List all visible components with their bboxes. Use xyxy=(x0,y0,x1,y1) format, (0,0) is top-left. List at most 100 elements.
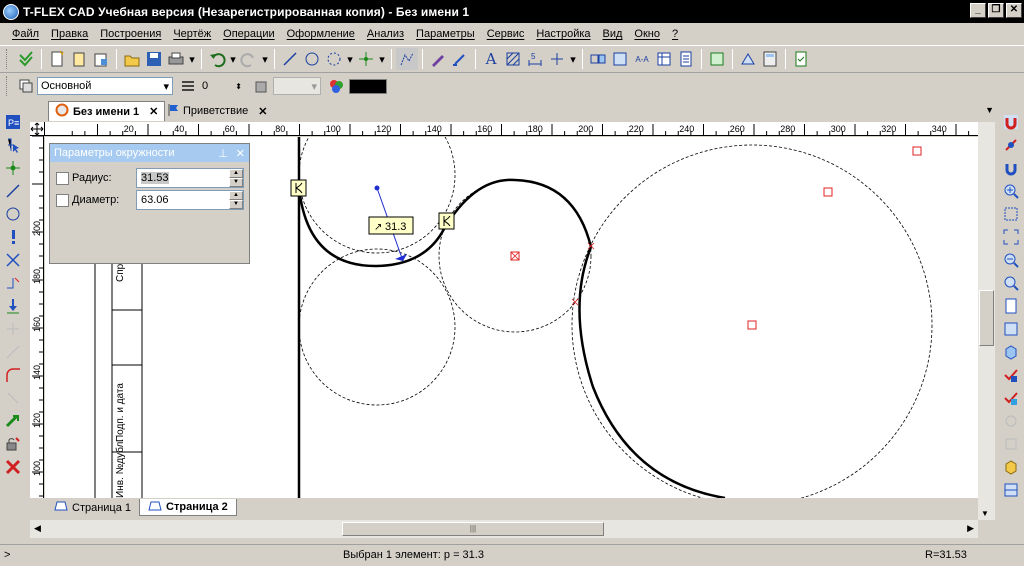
circle-tool-icon[interactable] xyxy=(2,203,24,225)
model-icon[interactable] xyxy=(1000,479,1022,501)
radius-checkbox[interactable] xyxy=(56,171,69,185)
tab-page-2[interactable]: Страница 2 xyxy=(139,499,237,516)
tangency-marker-2[interactable] xyxy=(438,212,455,230)
connect-icon[interactable] xyxy=(2,410,24,432)
close-icon[interactable]: ✕ xyxy=(258,105,267,118)
close-icon[interactable]: ✕ xyxy=(149,105,158,118)
line-tool-icon[interactable] xyxy=(279,48,301,70)
ellipse-tool-icon[interactable] xyxy=(323,48,345,70)
zoom-fit-icon[interactable] xyxy=(1000,226,1022,248)
level-spinner[interactable]: 0 ⬍ xyxy=(199,77,245,95)
outline-arc-3[interactable] xyxy=(578,246,726,498)
menu-window[interactable]: Окно xyxy=(628,28,666,40)
circle-dropdown-icon[interactable]: ▾ xyxy=(345,48,355,70)
node-tool-icon[interactable] xyxy=(355,48,377,70)
zoom-in-icon[interactable] xyxy=(1000,180,1022,202)
menu-formatting[interactable]: Оформление xyxy=(281,28,361,40)
magnet-icon[interactable] xyxy=(1000,111,1022,133)
scroll-left-icon[interactable]: ◀ xyxy=(34,523,41,534)
axis-dropdown-icon[interactable]: ▾ xyxy=(568,48,578,70)
select-tool-icon[interactable] xyxy=(2,134,24,156)
panel-header[interactable]: Параметры окружности ⊥ ✕ xyxy=(50,144,249,162)
tangency-marker-1[interactable] xyxy=(290,179,307,197)
cube-icon[interactable] xyxy=(1000,456,1022,478)
tab-page-1[interactable]: Страница 1 xyxy=(46,499,139,516)
checkmark-down-icon[interactable] xyxy=(15,48,37,70)
new-template-icon[interactable] xyxy=(68,48,90,70)
layers-icon[interactable] xyxy=(15,75,37,97)
circle-center-marker-4[interactable] xyxy=(912,146,922,156)
sketch-tool-icon[interactable] xyxy=(396,48,418,70)
close-icon[interactable]: ✕ xyxy=(236,148,245,160)
axis-tool-icon[interactable] xyxy=(546,48,568,70)
delete-icon[interactable] xyxy=(2,456,24,478)
scroll-down-icon[interactable]: ▼ xyxy=(981,509,989,518)
ruler-origin-icon[interactable] xyxy=(30,122,45,136)
fillet-icon[interactable] xyxy=(2,364,24,386)
horizontal-scroll-thumb[interactable]: ||| xyxy=(342,522,604,536)
node-dropdown-icon[interactable]: ▾ xyxy=(377,48,387,70)
zoom-out-icon[interactable] xyxy=(1000,249,1022,271)
scroll-right-icon[interactable]: ▶ xyxy=(967,523,974,534)
toolbar-grip[interactable] xyxy=(6,49,9,69)
radius-input[interactable]: 31.53 ▲ ▼ xyxy=(136,168,244,188)
calculator-icon[interactable] xyxy=(759,48,781,70)
menu-help[interactable]: ? xyxy=(666,28,684,40)
toolbar-grip[interactable] xyxy=(6,76,9,96)
menu-settings[interactable]: Настройка xyxy=(530,28,596,40)
circle-tool-icon[interactable] xyxy=(301,48,323,70)
menu-service[interactable]: Сервис xyxy=(481,28,531,40)
dimension-tool-icon[interactable]: 5 xyxy=(524,48,546,70)
tabs-menu-icon[interactable]: ▼ xyxy=(985,105,994,115)
variables-icon[interactable] xyxy=(737,48,759,70)
color-palette-icon[interactable] xyxy=(325,75,347,97)
model-tree-icon[interactable] xyxy=(706,48,728,70)
print-icon[interactable] xyxy=(165,48,187,70)
table-icon[interactable] xyxy=(653,48,675,70)
circle-center-marker-2[interactable] xyxy=(747,320,757,330)
text-tool-icon[interactable]: A xyxy=(480,48,502,70)
snap-off-icon[interactable] xyxy=(1000,134,1022,156)
menu-edit[interactable]: Правка xyxy=(45,28,94,40)
text-dimension-icon[interactable]: A-A xyxy=(631,48,653,70)
spin-down-icon[interactable]: ▼ xyxy=(229,200,243,209)
zoom-previous-icon[interactable] xyxy=(1000,272,1022,294)
construction-circle-2[interactable] xyxy=(298,248,456,406)
outline-arc-2[interactable] xyxy=(442,178,593,248)
undo-dropdown-icon[interactable]: ▾ xyxy=(228,48,238,70)
edit-tool-icon[interactable] xyxy=(449,48,471,70)
view-icon[interactable] xyxy=(609,48,631,70)
center-point[interactable] xyxy=(374,185,380,191)
pan-icon[interactable] xyxy=(1000,318,1022,340)
save-icon[interactable] xyxy=(143,48,165,70)
vertical-scrollbar[interactable]: ▼ xyxy=(978,122,995,520)
check-red-icon[interactable] xyxy=(1000,364,1022,386)
print-dropdown-icon[interactable]: ▾ xyxy=(187,48,197,70)
undo-icon[interactable] xyxy=(206,48,228,70)
diameter-checkbox[interactable] xyxy=(56,193,69,207)
restore-button[interactable]: ❐ xyxy=(988,3,1004,18)
menu-construct[interactable]: Построения xyxy=(94,28,167,40)
exclamation-icon[interactable] xyxy=(2,226,24,248)
pin-icon[interactable]: ⊥ xyxy=(218,148,228,160)
close-window-button[interactable]: ✕ xyxy=(1006,3,1022,18)
menu-operations[interactable]: Операции xyxy=(217,28,280,40)
spin-up-icon[interactable]: ▲ xyxy=(229,169,243,178)
fragment-icon[interactable] xyxy=(587,48,609,70)
lock-icon[interactable] xyxy=(2,433,24,455)
snap-magnet-icon[interactable] xyxy=(1000,157,1022,179)
horizontal-scrollbar[interactable]: ◀ ||| ▶ xyxy=(30,520,978,538)
circle-center-marker-3[interactable] xyxy=(823,187,833,197)
spin-down-icon[interactable]: ▼ xyxy=(229,178,243,187)
pen-tool-icon[interactable] xyxy=(427,48,449,70)
diameter-input[interactable]: 63.06 ▲ ▼ xyxy=(136,190,244,210)
view-3d-icon[interactable] xyxy=(1000,341,1022,363)
open-folder-icon[interactable] xyxy=(121,48,143,70)
arrow-down-icon[interactable] xyxy=(2,295,24,317)
intersection-icon[interactable] xyxy=(2,249,24,271)
hatch-tool-icon[interactable] xyxy=(502,48,524,70)
new-3d-icon[interactable] xyxy=(90,48,112,70)
construction-circle-1[interactable] xyxy=(298,137,456,254)
minimize-button[interactable]: _ xyxy=(970,3,986,18)
snap-node-icon[interactable] xyxy=(2,157,24,179)
